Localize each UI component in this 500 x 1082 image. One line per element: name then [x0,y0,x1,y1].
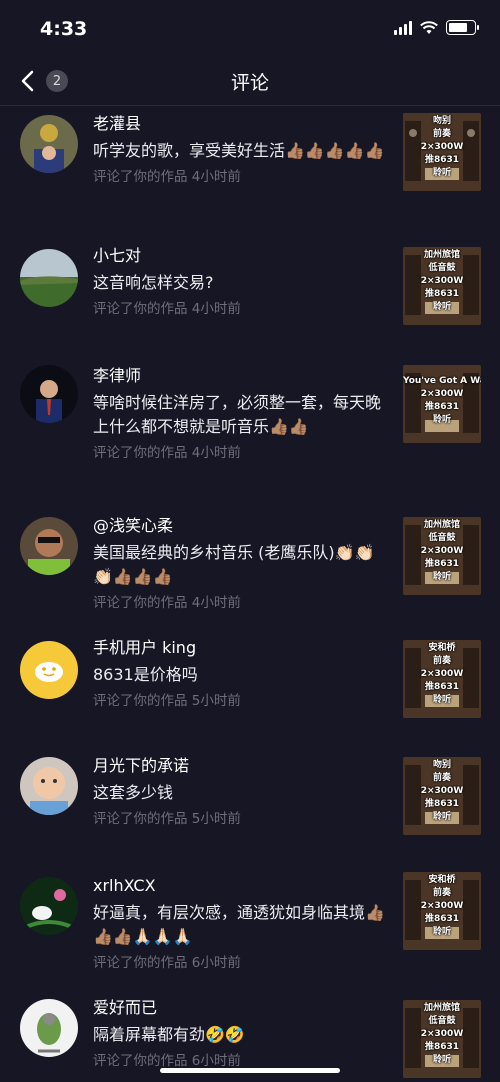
avatar[interactable] [20,999,78,1057]
nav-bar: 2 评论 [0,56,500,106]
comment-meta: 评论了你的作品 6小时前 [93,955,241,971]
video-thumbnail[interactable]: 加州旅馆 低音鼓 2×300W 推8631 聆听 [403,247,481,325]
thumbnail-caption: 加州旅馆 低音鼓 2×300W 推8631 聆听 [420,520,464,582]
battery-level [449,23,467,32]
username[interactable]: xrlhXCX [93,875,388,897]
avatar[interactable] [20,365,78,423]
thumbnail-caption: You've Got A Way2×300W推8631聆听 [403,376,481,425]
list-item[interactable]: 小七对 这音响怎样交易? 评论了你的作品 4小时前 加州旅馆 低音鼓 2×300W 推… [0,239,500,355]
comment-meta: 评论了你的作品 5小时前 [93,811,241,827]
video-thumbnail[interactable]: 吻别 前奏 2×300W 推8631 聆听 [403,113,481,191]
username[interactable]: 月光下的承诺 [93,755,388,777]
list-item[interactable]: @浅笑心柔 美国最经典的乡村音乐 (老鹰乐队)👏🏻👏🏻👏🏻👍🏽👍🏽👍🏽 评论了你… [0,511,500,633]
status-icons [394,20,479,35]
comment-text: 这音响怎样交易? [93,273,214,292]
username[interactable]: 爱好而已 [93,997,388,1019]
cellular-signal-icon [394,20,412,35]
avatar[interactable] [20,115,78,173]
battery-icon [446,20,479,35]
comment-meta: 评论了你的作品 4小时前 [93,595,241,611]
thumbnail-caption: 加州旅馆 低音鼓 2×300W 推8631 聆听 [420,1003,464,1065]
status-time: 4:33 [40,18,88,40]
comment-meta: 评论了你的作品 5小时前 [93,693,241,709]
status-bar: 4:33 [0,0,500,56]
comment-meta: 评论了你的作品 4小时前 [93,301,241,317]
video-thumbnail[interactable]: 吻别 前奏 2×300W 推8631 聆听 [403,757,481,835]
thumbnail-caption: 加州旅馆 低音鼓 2×300W 推8631 聆听 [420,250,464,312]
comment-text: 隔着屏幕都有劲🤣🤣 [93,1025,245,1044]
video-thumbnail[interactable]: 安和桥 前奏 2×300W 推8631 聆听 [403,872,481,950]
list-item[interactable]: 李律师 等啥时候住洋房了，必须整一套，每天晚上什么都不想就是听音乐👍🏽👍🏽 评论… [0,361,500,511]
video-thumbnail[interactable]: 安和桥 前奏 2×300W 推8631 聆听 [403,640,481,718]
username[interactable]: 李律师 [93,365,388,387]
avatar[interactable] [20,757,78,815]
comment-text: 好逼真，有层次感，通透犹如身临其境👍🏽👍🏽👍🏽🙏🏻🙏🏻🙏🏻 [93,903,385,946]
comment-meta: 评论了你的作品 4小时前 [93,445,241,461]
username[interactable]: 老灌县 [93,113,388,135]
comment-text: 听学友的歌，享受美好生活👍🏽👍🏽👍🏽👍🏽👍🏽 [93,141,385,160]
comment-text: 美国最经典的乡村音乐 (老鹰乐队)👏🏻👏🏻👏🏻👍🏽👍🏽👍🏽 [93,543,375,586]
avatar[interactable] [20,877,78,935]
wifi-icon [420,20,438,34]
video-thumbnail[interactable]: 加州旅馆 低音鼓 2×300W 推8631 聆听 [403,1000,481,1078]
comment-text: 8631是价格吗 [93,665,198,684]
avatar[interactable] [20,517,78,575]
home-indicator[interactable] [160,1068,340,1073]
username[interactable]: 手机用户 king [93,637,388,659]
avatar[interactable] [20,641,78,699]
video-thumbnail[interactable]: You've Got A Way2×300W推8631聆听 [403,365,481,443]
comment-meta: 评论了你的作品 4小时前 [93,169,241,185]
thumbnail-caption: 吻别 前奏 2×300W 推8631 聆听 [420,760,464,822]
thumbnail-caption: 吻别 前奏 2×300W 推8631 聆听 [420,116,464,178]
page-title: 评论 [230,72,269,94]
list-item[interactable]: 老灌县 听学友的歌，享受美好生活👍🏽👍🏽👍🏽👍🏽👍🏽 评论了你的作品 4小时前 … [0,107,500,233]
thumbnail-caption: 安和桥 前奏 2×300W 推8631 聆听 [420,875,464,937]
username[interactable]: 小七对 [93,245,388,267]
username[interactable]: @浅笑心柔 [93,515,388,537]
comment-text: 等啥时候住洋房了，必须整一套，每天晚上什么都不想就是听音乐👍🏽👍🏽 [93,393,382,436]
comment-text: 这套多少钱 [93,783,174,802]
video-thumbnail[interactable]: 加州旅馆 低音鼓 2×300W 推8631 聆听 [403,517,481,595]
thumbnail-caption: 安和桥 前奏 2×300W 推8631 聆听 [420,643,464,705]
avatar[interactable] [20,249,78,307]
